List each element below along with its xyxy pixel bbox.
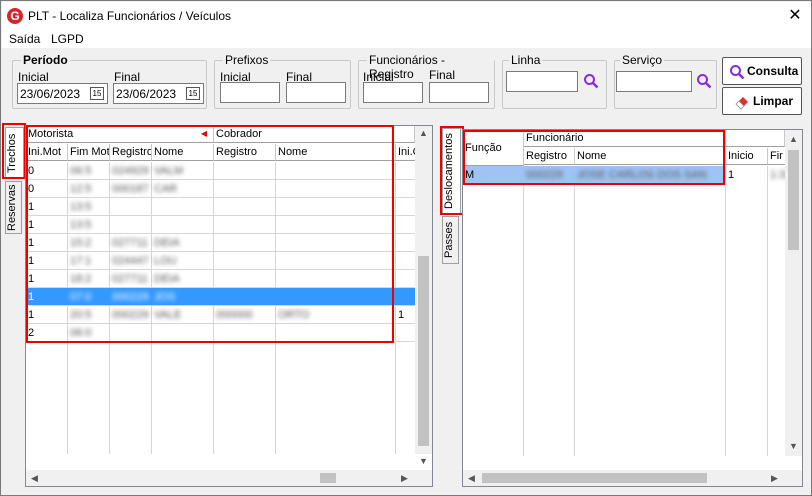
linha-search-icon[interactable] [583, 73, 599, 89]
table-cell[interactable] [396, 288, 416, 306]
menu-bar: Saída LGPD [2, 30, 811, 48]
column-header-blank [726, 130, 785, 147]
consulta-label: Consulta [747, 64, 799, 78]
trechos-grid-highlight [26, 125, 394, 343]
table-cell[interactable] [396, 180, 416, 198]
menu-saida[interactable]: Saída [9, 32, 40, 46]
calendar-final-icon[interactable]: 15 [186, 87, 200, 100]
table-cell[interactable] [396, 162, 416, 180]
periodo-title: Período [21, 53, 70, 67]
scroll-up-icon[interactable]: ▲ [785, 134, 802, 144]
periodo-inicial-label: Inicial [18, 70, 49, 84]
limpar-label: Limpar [753, 94, 794, 108]
table-cell[interactable] [396, 234, 416, 252]
trechos-tab-highlight [2, 123, 26, 179]
scroll-left-icon[interactable]: ◀ [463, 473, 480, 484]
table-cell[interactable] [396, 216, 416, 234]
close-button[interactable]: ✕ [780, 5, 810, 27]
table-cell[interactable] [396, 270, 416, 288]
consulta-search-icon [730, 65, 745, 80]
periodo-inicial-value: 23/06/2023 [20, 87, 81, 101]
deslocamentos-vertical-scrollbar[interactable]: ▲ ▼ [785, 130, 802, 456]
funcionarios-final-input[interactable] [429, 82, 489, 103]
servico-title: Serviço [620, 53, 665, 67]
table-cell[interactable]: 1 [726, 166, 768, 184]
scroll-down-icon[interactable]: ▼ [415, 456, 432, 466]
table-cell[interactable] [396, 324, 416, 342]
column-divider [767, 166, 768, 456]
linha-title: Linha [509, 53, 543, 67]
trechos-vertical-scrollbar[interactable]: ▲ [415, 126, 432, 454]
scroll-down-icon[interactable]: ▼ [785, 441, 802, 451]
scroll-left-icon[interactable]: ◀ [26, 473, 43, 484]
scroll-h-thumb[interactable] [482, 473, 707, 483]
scroll-up-icon[interactable]: ▲ [415, 128, 432, 138]
column-header[interactable]: Ini.C [396, 144, 416, 161]
deslocamentos-grid-highlight [463, 130, 725, 185]
limpar-button[interactable]: Limpar [722, 87, 802, 115]
deslocamentos-horizontal-scrollbar[interactable]: ◀ ▶ [463, 470, 802, 486]
periodo-final-label: Final [114, 70, 141, 84]
funcionarios-final-label: Final [429, 68, 456, 82]
eraser-icon [735, 97, 748, 110]
column-divider [523, 166, 524, 456]
funcionarios-inicial-input[interactable] [363, 82, 423, 103]
scroll-right-icon[interactable]: ▶ [396, 473, 413, 484]
menu-lgpd[interactable]: LGPD [51, 32, 84, 46]
linha-input[interactable] [506, 71, 578, 92]
main-window: G PLT - Localiza Funcionários / Veículos… [0, 0, 812, 496]
column-divider [574, 166, 575, 456]
scroll-thumb[interactable] [418, 256, 429, 446]
periodo-final-value: 23/06/2023 [116, 87, 177, 101]
tab-reservas[interactable]: Reservas [5, 181, 22, 234]
table-cell[interactable] [396, 198, 416, 216]
table-cell[interactable] [396, 252, 416, 270]
prefixos-inicial-input[interactable] [220, 82, 280, 103]
app-logo-icon: G [7, 8, 23, 24]
calendar-inicial-icon[interactable]: 15 [90, 87, 104, 100]
scroll-right-icon[interactable]: ▶ [766, 473, 783, 484]
prefixos-final-input[interactable] [286, 82, 346, 103]
prefixos-title: Prefixos [223, 53, 271, 67]
column-header[interactable]: Inicio [726, 148, 768, 165]
consulta-button[interactable]: Consulta [722, 57, 802, 85]
window-title: PLT - Localiza Funcionários / Veículos [28, 9, 231, 23]
deslocamentos-tab-highlight [440, 126, 464, 215]
table-cell[interactable]: 1 [396, 306, 416, 324]
title-bar: G PLT - Localiza Funcionários / Veículos… [2, 2, 811, 30]
column-divider [725, 166, 726, 456]
trechos-horizontal-scrollbar[interactable]: ◀ ▶ [26, 470, 432, 486]
tab-passes[interactable]: Passes [442, 216, 459, 264]
servico-input[interactable] [616, 71, 692, 92]
scroll-h-thumb[interactable] [320, 473, 336, 483]
servico-search-icon[interactable] [696, 73, 712, 89]
scroll-thumb[interactable] [788, 150, 799, 250]
